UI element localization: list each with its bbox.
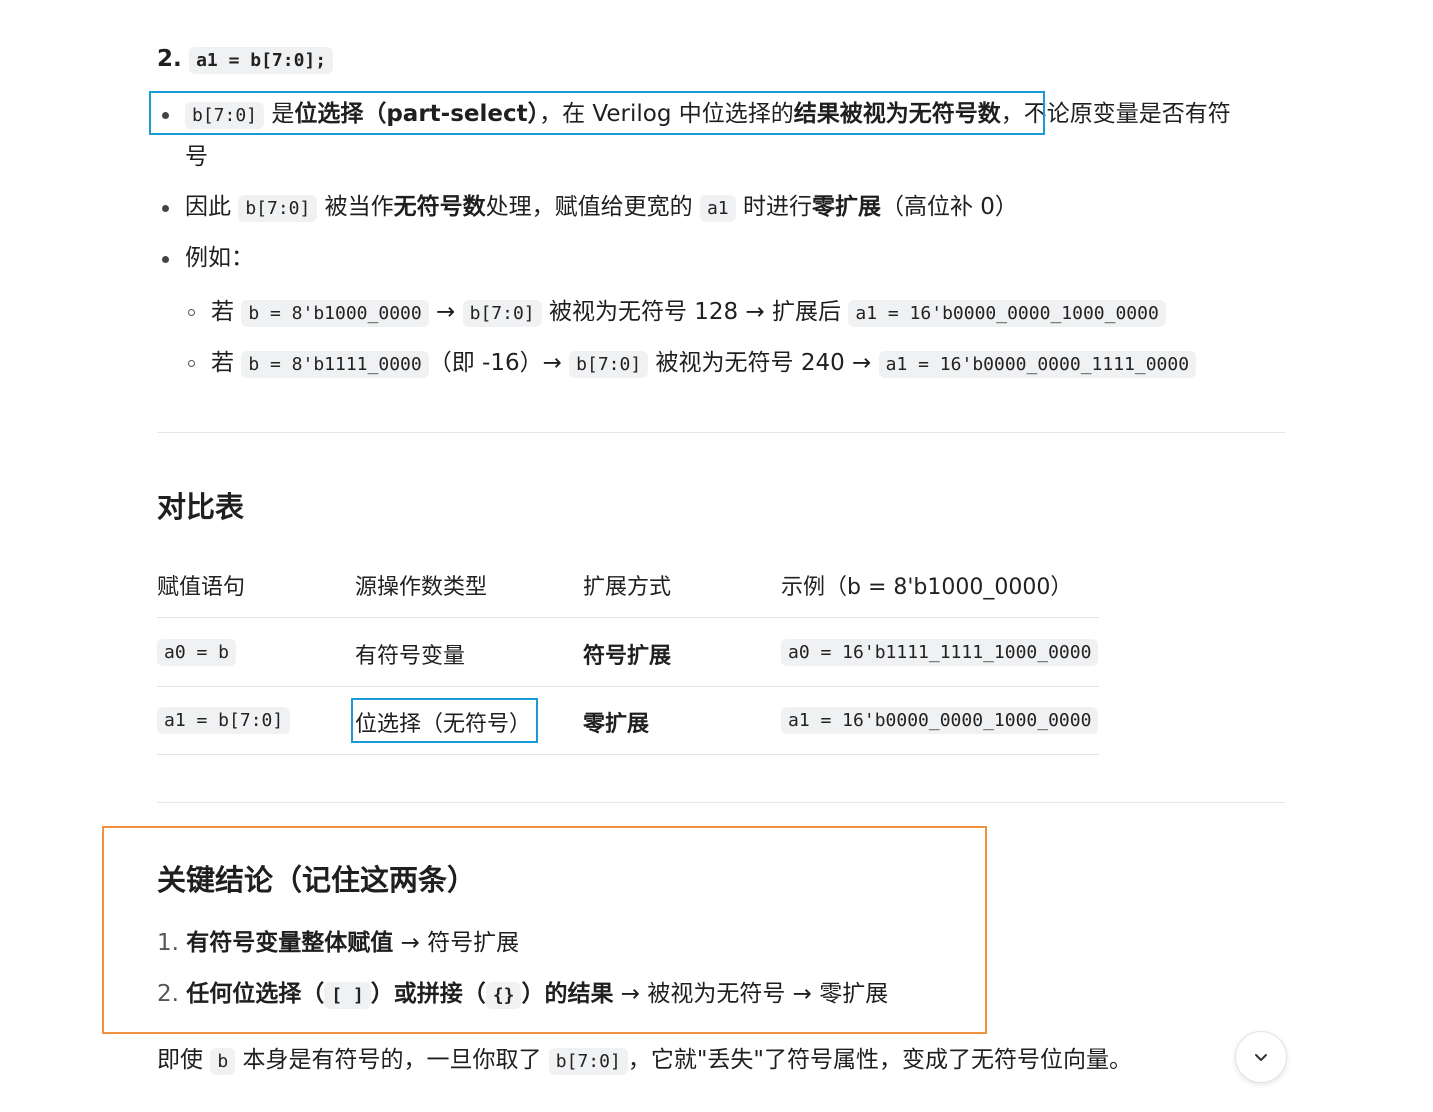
inline-code: a1 = 16'b0000_0000_1000_0000 <box>848 300 1166 327</box>
bullet-2: 因此 b[7:0] 被当作无符号数处理，赋值给更宽的 a1 时进行零扩展（高位补… <box>185 194 1018 222</box>
inline-code: a1 = 16'b0000_0000_1000_0000 <box>781 707 1099 734</box>
conclusion-item-1: 1. 有符号变量整体赋值 → 符号扩展 <box>157 930 520 956</box>
table-header-operand-type: 源操作数类型 <box>355 575 488 600</box>
inline-code: b = 8'b1111_0000 <box>241 351 429 378</box>
sub-bullet-circle <box>188 309 195 316</box>
inline-code: b[7:0] <box>548 1048 628 1075</box>
highlight-box-bullet-1 <box>149 91 1045 135</box>
table-header-divider <box>157 617 1099 618</box>
table-cell: a0 = 16'b1111_1111_1000_0000 <box>781 639 1099 666</box>
scroll-to-bottom-button[interactable] <box>1235 1031 1287 1083</box>
conclusion-item-2: 2. 任何位选择（[ ] ）或拼接（{} ）的结果 → 被视为无符号 → 零扩展 <box>157 981 889 1009</box>
table-row-divider <box>157 686 1099 687</box>
highlight-box-cell <box>351 698 538 743</box>
table-cell: a1 = b[7:0] <box>157 707 291 734</box>
table-row-divider <box>157 754 1099 755</box>
inline-code: a0 = b <box>157 639 237 666</box>
sub-bullet-1: 若 b = 8'b1000_0000 → b[7:0] 被视为无符号 128 →… <box>211 294 1166 332</box>
inline-code: a1 = b[7:0] <box>157 707 291 734</box>
table-heading: 对比表 <box>157 490 245 524</box>
inline-code: a0 = 16'b1111_1111_1000_0000 <box>781 639 1099 666</box>
inline-code: a1 = 16'b0000_0000_1111_0000 <box>878 351 1197 378</box>
table-cell: a0 = b <box>157 639 237 666</box>
table-cell: 符号扩展 <box>583 644 672 669</box>
table-header-extension: 扩展方式 <box>583 575 672 600</box>
inline-code: a1 = b[7:0]; <box>189 47 334 74</box>
bullet-3: 例如： <box>185 245 254 271</box>
bullet-1-wrap: 号 <box>185 144 208 170</box>
final-paragraph: 即使 b 本身是有符号的，一旦你取了 b[7:0] ，它就"丢失"了符号属性，变成… <box>157 1047 1132 1075</box>
inline-code: a1 <box>699 195 736 222</box>
divider <box>157 802 1285 803</box>
inline-code: b[7:0] <box>462 300 542 327</box>
inline-code: b = 8'b1000_0000 <box>241 300 429 327</box>
inline-code: [ ] <box>324 982 371 1009</box>
sub-bullet-circle <box>188 360 195 367</box>
divider <box>157 432 1285 433</box>
bullet-dot <box>162 205 169 212</box>
conclusion-heading: 关键结论（记住这两条） <box>157 863 477 897</box>
table-header-example: 示例（b = 8'b1000_0000） <box>781 575 1073 600</box>
table-header-statement: 赋值语句 <box>157 575 246 600</box>
table-cell: 有符号变量 <box>355 644 466 669</box>
inline-code: b[7:0] <box>569 351 649 378</box>
table-cell: 零扩展 <box>583 712 650 737</box>
sub-bullet-2: 若 b = 8'b1111_0000 （即 -16）→ b[7:0] 被视为无符号… <box>211 345 1197 383</box>
inline-code: b[7:0] <box>238 195 318 222</box>
chevron-down-icon <box>1255 1054 1267 1061</box>
list-number: 2. <box>157 46 182 72</box>
inline-code: b <box>210 1048 236 1075</box>
bullet-dot <box>162 256 169 263</box>
inline-code: {} <box>485 982 522 1009</box>
table-cell: a1 = 16'b0000_0000_1000_0000 <box>781 707 1099 734</box>
list-item-2: 2. a1 = b[7:0]; <box>157 41 334 79</box>
